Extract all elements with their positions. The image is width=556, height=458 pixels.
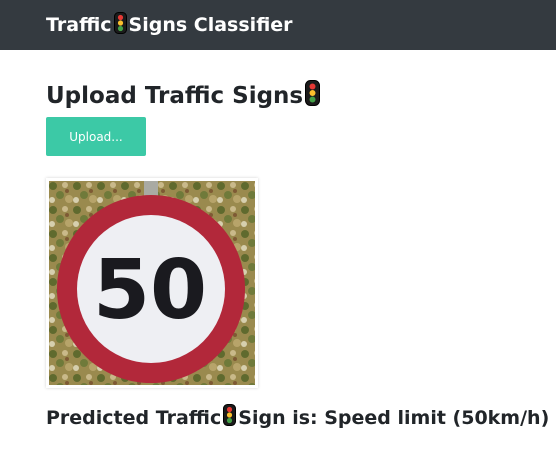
app-title[interactable]: Traffic Signs Classifier xyxy=(46,11,293,39)
traffic-light-icon xyxy=(113,11,127,39)
traffic-light-icon xyxy=(305,80,321,112)
prediction-result: Predicted Traffic Sign is: Speed limit (… xyxy=(46,404,549,431)
traffic-light-icon xyxy=(223,404,237,431)
navbar: Traffic Signs Classifier xyxy=(0,0,556,50)
page-heading-text: Upload Traffic Signs xyxy=(46,83,304,109)
page-heading: Upload Traffic Signs xyxy=(46,80,322,112)
sign-number: 50 xyxy=(93,243,207,338)
speed-limit-sign-image: 50 xyxy=(49,181,255,385)
prediction-prefix: Predicted Traffic xyxy=(46,406,222,429)
app-title-part1: Traffic xyxy=(46,14,112,36)
app-title-part2: Signs Classifier xyxy=(128,14,293,36)
upload-button[interactable]: Upload... xyxy=(46,117,146,156)
uploaded-image-preview: 50 xyxy=(46,178,258,388)
prediction-suffix: Sign is: Speed limit (50km/h) xyxy=(238,406,550,429)
